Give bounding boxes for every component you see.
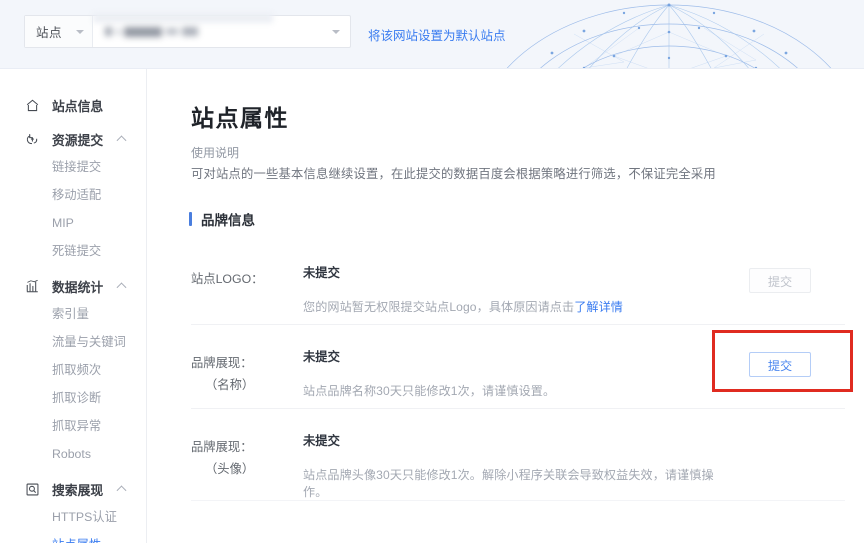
row-action: 提交: [715, 325, 845, 408]
sidebar-item-data-stats[interactable]: 数据统计: [0, 272, 146, 300]
row-label-text: 品牌展现：: [191, 356, 253, 370]
chevron-up-icon: [116, 485, 127, 496]
section-title: 品牌信息: [201, 213, 255, 228]
app-root: 站点 将该网站设置为默认站点 站点信息 资源提交 链接提交 移动适配 MIP 死…: [0, 0, 864, 543]
table-row: 站点LOGO： 未提交 您的网站暂无权限提交站点Logo，具体原因请点击了解详情…: [191, 241, 845, 325]
row-description: 站点品牌头像30天只能修改1次。解除小程序关联会导致权益失效，请谨慎操作。: [303, 466, 715, 500]
brand-info-rows: 站点LOGO： 未提交 您的网站暂无权限提交站点Logo，具体原因请点击了解详情…: [191, 241, 845, 501]
row-label-text: 品牌展现：: [191, 440, 253, 454]
home-icon: [24, 97, 41, 114]
sidebar: 站点信息 资源提交 链接提交 移动适配 MIP 死链提交 数据统计 索引量 流量…: [0, 69, 147, 543]
page-title: 站点属性: [191, 105, 289, 131]
sidebar-item-label: 搜索展现: [52, 482, 104, 498]
sidebar-subitem-mip[interactable]: MIP: [0, 209, 146, 237]
row-label-brand-avatar: 品牌展现： （头像）: [191, 409, 303, 500]
sidebar-subitem-link-submit[interactable]: 链接提交: [0, 153, 146, 181]
chevron-up-icon: [116, 282, 127, 293]
chevron-down-icon: [76, 29, 84, 34]
sidebar-subitem-crawl-diagnosis[interactable]: 抓取诊断: [0, 384, 146, 412]
status-badge: 未提交: [303, 266, 340, 280]
row-body: 未提交 站点品牌头像30天只能修改1次。解除小程序关联会导致权益失效，请谨慎操作…: [303, 409, 715, 500]
site-category-label: 站点: [36, 26, 63, 40]
row-description-text: 站点品牌名称30天只能修改1次，请谨慎设置。: [303, 384, 556, 398]
row-body: 未提交 站点品牌名称30天只能修改1次，请谨慎设置。: [303, 325, 715, 408]
sidebar-item-resource-submit[interactable]: 资源提交: [0, 125, 146, 153]
submit-button-logo[interactable]: 提交: [749, 268, 811, 293]
sidebar-subitem-crawl-exception[interactable]: 抓取异常: [0, 412, 146, 440]
row-description-text: 您的网站暂无权限提交站点Logo，具体原因请点击: [303, 300, 575, 314]
row-label-site-logo: 站点LOGO：: [191, 241, 303, 324]
site-selector[interactable]: 站点: [24, 13, 351, 48]
row-label-brand-name: 品牌展现： （名称）: [191, 325, 303, 408]
table-row: 品牌展现： （头像） 未提交 站点品牌头像30天只能修改1次。解除小程序关联会导…: [191, 409, 845, 501]
submit-button-brand-name[interactable]: 提交: [749, 352, 811, 377]
chevron-down-icon: [332, 29, 340, 34]
site-name-value-redacted: [105, 26, 198, 37]
row-description: 站点品牌名称30天只能修改1次，请谨慎设置。: [303, 382, 715, 399]
sidebar-item-site-info[interactable]: 站点信息: [0, 91, 146, 119]
row-label-text: 站点LOGO：: [191, 272, 264, 286]
search-box-icon: [24, 481, 41, 498]
status-badge: 未提交: [303, 350, 340, 364]
set-default-site-link[interactable]: 将该网站设置为默认站点: [368, 25, 506, 44]
banner-globe-graphic: [464, 0, 864, 68]
bar-chart-icon: [24, 278, 41, 295]
row-action: [715, 409, 845, 500]
sidebar-item-label: 资源提交: [52, 132, 104, 148]
section-header-brand-info: 品牌信息: [189, 209, 255, 229]
table-row: 品牌展现： （名称） 未提交 站点品牌名称30天只能修改1次，请谨慎设置。 提交: [191, 325, 845, 409]
sidebar-subitem-https-cert[interactable]: HTTPS认证: [0, 503, 146, 531]
upload-arrow-icon: [24, 131, 41, 148]
row-body: 未提交 您的网站暂无权限提交站点Logo，具体原因请点击了解详情: [303, 241, 715, 324]
sidebar-subitem-dead-link-submit[interactable]: 死链提交: [0, 237, 146, 265]
chevron-up-icon: [116, 135, 127, 146]
sidebar-subitem-traffic-keywords[interactable]: 流量与关键词: [0, 328, 146, 356]
status-badge: 未提交: [303, 434, 340, 448]
site-category-dropdown[interactable]: 站点: [25, 16, 93, 47]
row-sublabel-text: （名称）: [205, 377, 255, 392]
sidebar-item-search-display[interactable]: 搜索展现: [0, 475, 146, 503]
main-content: 站点属性 使用说明 可对站点的一些基本信息继续设置，在此提交的数据百度会根据策略…: [147, 69, 864, 543]
row-description-text: 站点品牌头像30天只能修改1次。解除小程序关联会导致权益失效，请谨慎操作。: [303, 468, 714, 499]
sidebar-subitem-crawl-frequency[interactable]: 抓取频次: [0, 356, 146, 384]
sidebar-subitem-site-attributes[interactable]: 站点属性: [0, 531, 146, 543]
sidebar-subitem-mobile-adapt[interactable]: 移动适配: [0, 181, 146, 209]
site-name-dropdown[interactable]: [93, 13, 350, 47]
row-action: 提交: [715, 241, 845, 324]
usage-label: 使用说明: [191, 146, 240, 160]
row-description: 您的网站暂无权限提交站点Logo，具体原因请点击了解详情: [303, 298, 715, 315]
sidebar-subitem-index-volume[interactable]: 索引量: [0, 300, 146, 328]
usage-description: 可对站点的一些基本信息继续设置，在此提交的数据百度会根据策略进行筛选，不保证完全…: [191, 167, 716, 181]
sidebar-item-label: 数据统计: [52, 279, 104, 295]
redaction-strip: [93, 13, 273, 23]
sidebar-item-label: 站点信息: [52, 98, 104, 114]
sidebar-subitem-robots[interactable]: Robots: [0, 440, 146, 468]
row-sublabel-text: （头像）: [205, 461, 255, 476]
learn-more-link[interactable]: 了解详情: [574, 300, 623, 314]
topbar: 站点 将该网站设置为默认站点: [0, 0, 864, 69]
section-accent-bar: [189, 212, 192, 226]
